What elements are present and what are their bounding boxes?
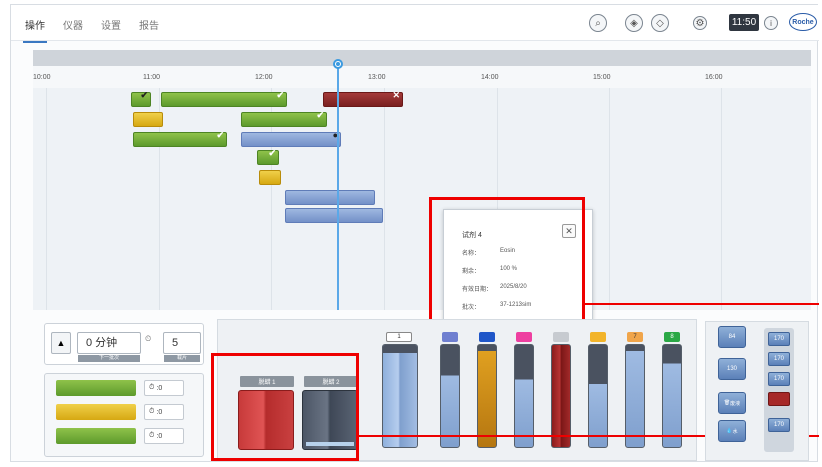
slide-count[interactable]: 5 [163, 332, 201, 354]
reagent-timer: ⏱:0 [144, 428, 184, 444]
rack-tile[interactable]: 170 [768, 332, 790, 346]
reagent-vial-1[interactable] [382, 344, 418, 448]
reagent-vial-4[interactable] [514, 344, 534, 448]
vial-cap [479, 332, 495, 342]
tab-settings[interactable]: 设置 [101, 17, 121, 32]
reagent-row[interactable]: ⏱:0 [44, 425, 204, 449]
highlight-box [429, 197, 585, 333]
highlight-line [585, 303, 819, 305]
rack-tile[interactable]: 170 [768, 372, 790, 386]
time-label: 15:00 [593, 74, 611, 81]
schedule-bar[interactable]: ✕ [323, 90, 403, 107]
stopwatch-icon: ⏱ [149, 408, 155, 415]
timer-box: ▲ 0 分钟 下一批次 ⏲ 5 载片 [44, 323, 204, 365]
vial-cap: 1 [386, 332, 412, 342]
reagent-color [56, 404, 136, 420]
reagent-vial-7[interactable] [625, 344, 645, 448]
main-window: 操作 仪器 设置 报告 ⌕ ◈ ◇ ⚙ 11:50 i Roche 10:00 … [10, 4, 819, 462]
schedule-bar[interactable]: ✔ [133, 130, 227, 147]
current-time-line [337, 62, 339, 310]
time-label: 14:00 [481, 74, 499, 81]
time-label: 10:00 [33, 74, 51, 81]
reagent-vial-3[interactable] [477, 344, 497, 448]
reagent-row[interactable]: ⏱:0 [44, 377, 204, 401]
time-label: 13:00 [368, 74, 386, 81]
rack-tile[interactable]: 170 [768, 418, 790, 432]
clock: 11:50 [729, 14, 759, 31]
roche-logo: Roche [789, 13, 817, 31]
schedule-bar[interactable] [133, 112, 163, 127]
reagent-vial-8[interactable] [662, 344, 682, 448]
tab-instrument[interactable]: 仪器 [63, 17, 83, 32]
schedule-bar[interactable] [259, 170, 281, 185]
reagent-color [56, 428, 136, 444]
run-timeline: 10:00 11:00 12:00 13:00 14:00 15:00 16:0… [33, 50, 811, 310]
tab-operation[interactable]: 操作 [23, 17, 47, 43]
schedule-bar[interactable]: ✔ [257, 148, 279, 165]
shield-icon[interactable]: ◇ [651, 14, 669, 32]
time-label: 12:00 [255, 74, 273, 81]
rack-tile-red[interactable] [768, 392, 790, 406]
vial-cap: 7 [627, 332, 643, 342]
slide-rack-stack: 170 170 170 170 [764, 328, 794, 452]
reagent-vial-5[interactable] [551, 344, 571, 448]
schedule-bar[interactable]: ● [241, 130, 341, 147]
schedule-bar[interactable]: ✔ [131, 90, 151, 107]
time-sub-label: 下一批次 [78, 355, 140, 362]
vial-cap [442, 332, 458, 342]
container-tile[interactable]: 84 [718, 326, 746, 348]
container-tile[interactable]: 130 [718, 358, 746, 380]
timeline-scrollbar[interactable] [33, 50, 811, 66]
vial-cap [516, 332, 532, 342]
slide-icon[interactable]: ◈ [625, 14, 643, 32]
rack-tile[interactable]: 170 [768, 352, 790, 366]
search-icon[interactable]: ⌕ [589, 14, 607, 32]
waste-tile[interactable]: 🗑 废液 [718, 392, 746, 414]
schedule-bar[interactable]: ✔ [241, 110, 327, 127]
eject-button[interactable]: ▲ [51, 332, 71, 354]
reagent-vial-2[interactable] [440, 344, 460, 448]
vial-cap [590, 332, 606, 342]
vial-cap: 8 [664, 332, 680, 342]
time-label: 16:00 [705, 74, 723, 81]
highlight-box [211, 353, 359, 461]
water-tile[interactable]: 💧 水 [718, 420, 746, 442]
reagent-timer: ⏱:0 [144, 404, 184, 420]
waste-panel: 84 130 🗑 废液 💧 水 170 170 170 170 [705, 321, 809, 461]
info-icon[interactable]: i [764, 16, 778, 30]
batch-controls: ▲ 0 分钟 下一批次 ⏲ 5 载片 ⏱:0 ⏱:0 ⏱:0 [44, 321, 211, 461]
reagent-timer: ⏱:0 [144, 380, 184, 396]
tab-reports[interactable]: 报告 [139, 17, 159, 32]
schedule-bar[interactable] [285, 190, 375, 205]
reagent-vial-6[interactable] [588, 344, 608, 448]
schedule-bar[interactable] [285, 208, 383, 223]
current-time-handle[interactable] [333, 59, 343, 69]
stopwatch-icon: ⏱ [149, 432, 155, 439]
schedule-bar[interactable]: ✔ [161, 90, 287, 107]
clock-icon: ⏲ [145, 334, 152, 343]
stopwatch-icon: ⏱ [149, 384, 155, 391]
reagent-row[interactable]: ⏱:0 [44, 401, 204, 425]
reagent-color [56, 380, 136, 396]
gear-icon[interactable]: ⚙ [693, 16, 707, 30]
vial-cap [553, 332, 569, 342]
count-sub-label: 载片 [164, 355, 200, 362]
time-field[interactable]: 0 分钟 [77, 332, 141, 354]
top-bar: 操作 仪器 设置 报告 ⌕ ◈ ◇ ⚙ 11:50 i Roche [11, 5, 819, 43]
time-label: 11:00 [143, 74, 160, 81]
